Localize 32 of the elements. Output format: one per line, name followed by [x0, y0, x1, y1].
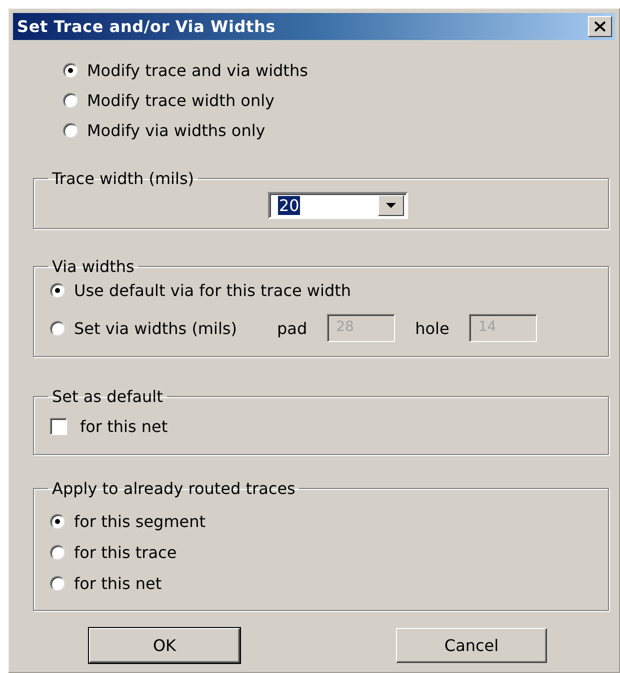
field-label: pad	[276, 318, 308, 338]
radio-label[interactable]: Modify via widths only	[87, 121, 266, 140]
radio-label[interactable]: for this net	[74, 574, 162, 593]
radio-button[interactable]	[63, 93, 78, 108]
cancel-button[interactable]: Cancel	[396, 628, 547, 663]
radio-label[interactable]: for this trace	[74, 543, 177, 562]
checkbox-label[interactable]: for this net	[80, 417, 168, 436]
checkbox[interactable]	[50, 418, 67, 435]
close-icon	[594, 21, 606, 32]
radio-label[interactable]: Use default via for this trace width	[74, 281, 352, 300]
radio-button[interactable]	[50, 320, 65, 336]
radio-label[interactable]: Set via widths (mils)	[74, 318, 237, 338]
group-label: Trace width (mils)	[51, 169, 196, 188]
close-button[interactable]	[588, 16, 612, 37]
group-label: Apply to already routed traces	[51, 479, 296, 498]
ok-button[interactable]: OK	[89, 628, 240, 663]
radio-button[interactable]	[63, 123, 78, 138]
group-label: Via widths	[51, 257, 136, 276]
group-label: Set as default	[51, 387, 164, 406]
field-label: hole	[415, 318, 450, 338]
window-title: Set Trace and/or Via Widths	[17, 17, 276, 36]
radio-button[interactable]	[50, 576, 65, 591]
radio-button[interactable]	[50, 283, 65, 298]
radio-button[interactable]	[63, 63, 78, 78]
caret-icon	[386, 202, 396, 208]
trace-width-dropdown[interactable]: 20	[268, 192, 408, 219]
radio-label[interactable]: for this segment	[74, 512, 206, 531]
dropdown-button[interactable]	[378, 195, 404, 216]
radio-button[interactable]	[50, 514, 65, 529]
radio-button[interactable]	[50, 545, 65, 560]
radio-label[interactable]: Modify trace width only	[87, 91, 275, 110]
radio-label[interactable]: Modify trace and via widths	[87, 61, 308, 80]
